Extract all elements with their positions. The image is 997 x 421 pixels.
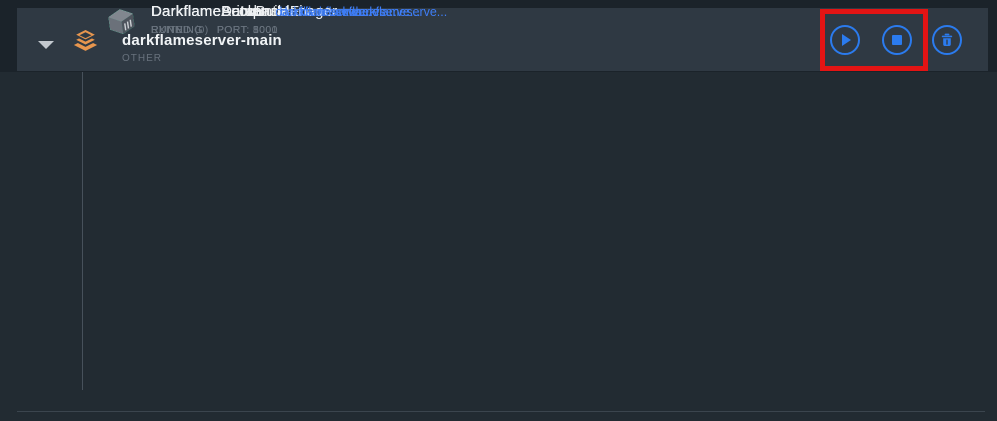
chevron-down-icon[interactable]: [38, 41, 54, 49]
container-status: EXITED (0): [151, 24, 209, 36]
tree-guide-line: [82, 72, 83, 390]
start-button[interactable]: [830, 25, 860, 55]
group-subtitle: OTHER: [122, 53, 282, 64]
trash-icon: [939, 32, 955, 48]
stop-button[interactable]: [882, 25, 912, 55]
container-group-panel: darkflameserver-main OTHER: [0, 0, 997, 421]
delete-button[interactable]: [932, 25, 962, 55]
stack-layers-icon: [70, 25, 101, 56]
stop-icon: [892, 35, 902, 45]
container-box-icon: [105, 6, 138, 37]
container-row[interactable]: DarkflameSetup darkflameserve... EXITED …: [105, 0, 371, 37]
container-name: DarkflameSetup: [151, 3, 261, 20]
bottom-divider: [17, 411, 985, 412]
container-image-link[interactable]: darkflameserve...: [275, 5, 371, 19]
play-icon: [842, 34, 851, 46]
